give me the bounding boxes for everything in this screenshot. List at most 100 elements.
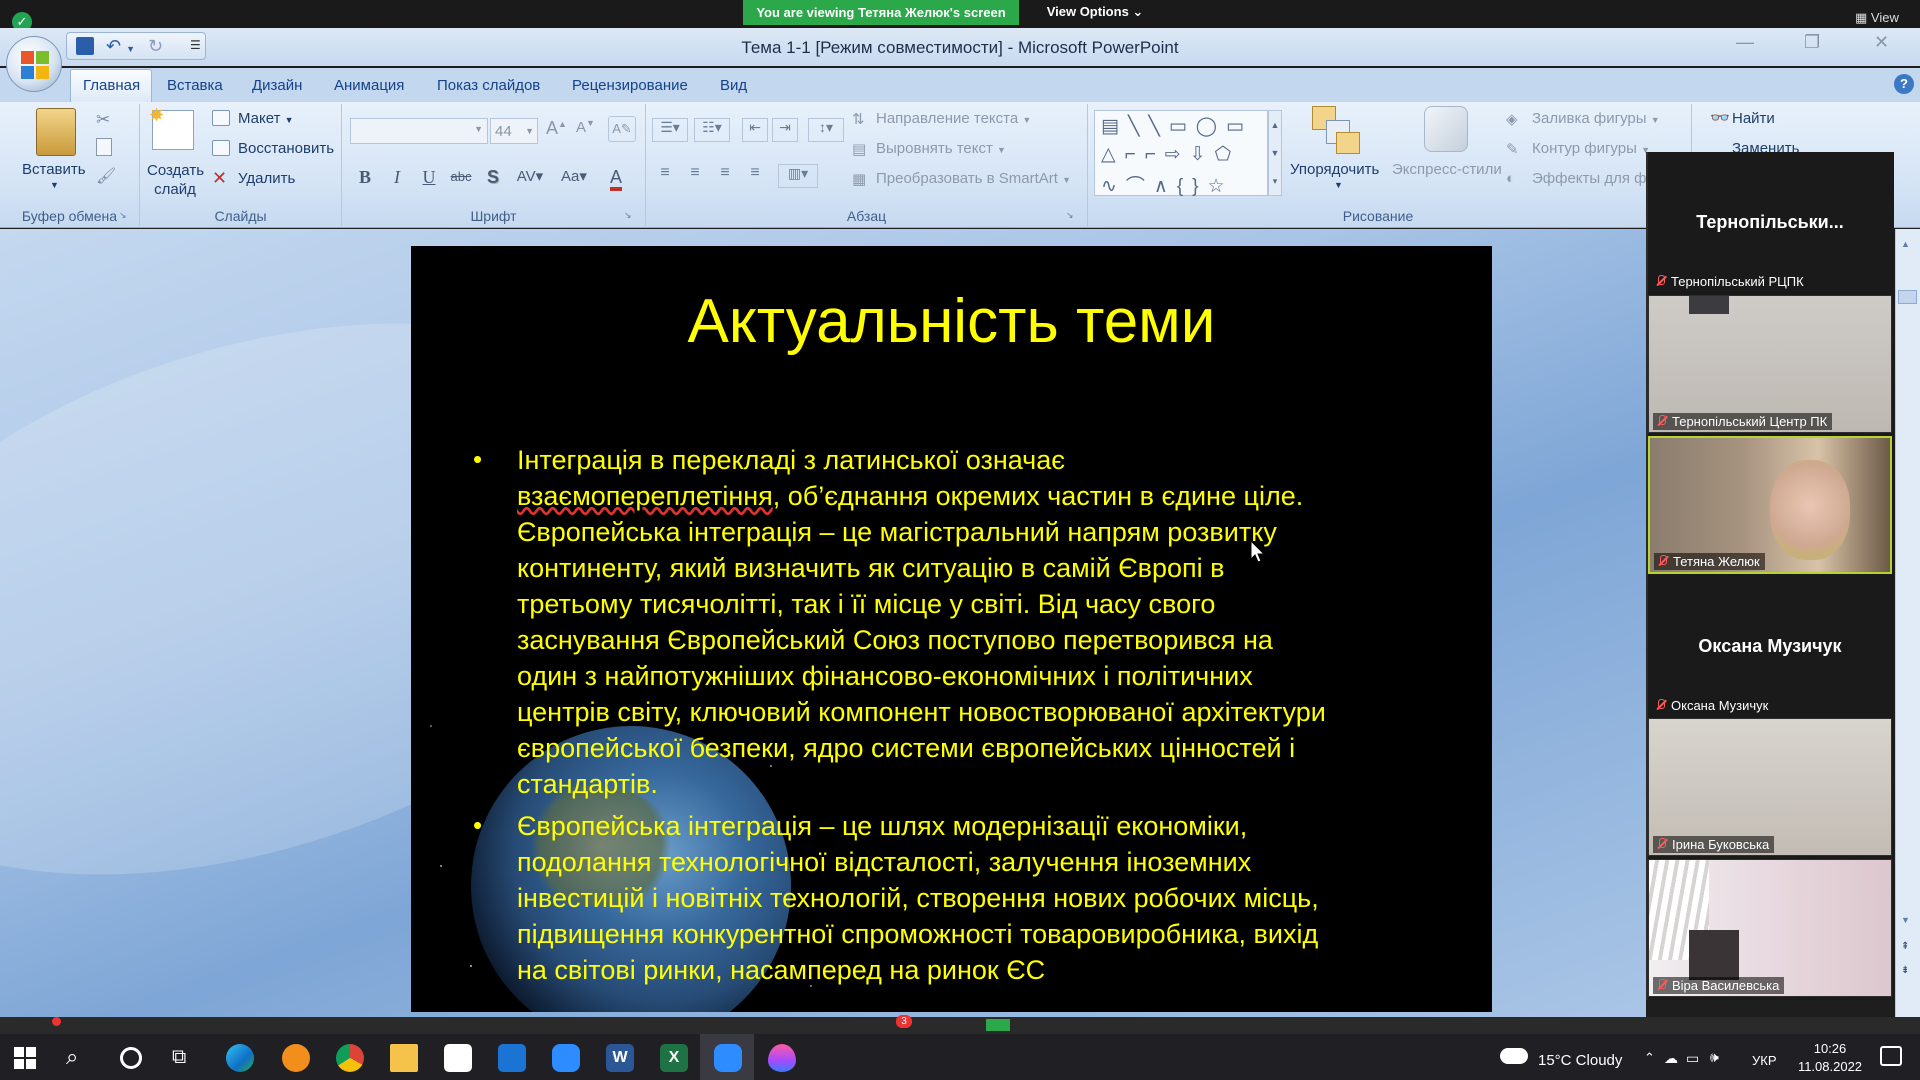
paste-button[interactable]: Вставить [22, 161, 86, 178]
arrange-dropdown-icon[interactable]: ▼ [1334, 180, 1343, 190]
paint-icon[interactable] [768, 1044, 796, 1072]
bold-button[interactable]: B [352, 164, 378, 190]
tab-view[interactable]: Вид [720, 77, 747, 94]
font-color-button[interactable]: A [598, 164, 634, 191]
clear-format-icon[interactable]: A✎ [608, 116, 636, 142]
align-left-button[interactable]: ≡ [652, 164, 678, 188]
cut-icon[interactable]: ✂ [96, 110, 110, 130]
view-options-button[interactable]: View Options ⌄ [1040, 0, 1150, 25]
scroll-down-icon[interactable]: ▼ [1901, 915, 1910, 925]
reset-button[interactable]: Восстановить [238, 140, 334, 157]
new-slide-button[interactable]: Создать слайд [147, 161, 204, 199]
cortana-icon[interactable] [120, 1047, 142, 1069]
help-icon[interactable]: ? [1894, 74, 1914, 94]
convert-smartart-button[interactable]: Преобразовать в SmartArt ▼ [876, 170, 1071, 187]
change-case-button[interactable]: Aa▾ [554, 164, 594, 190]
search-icon[interactable]: ⌕ [66, 1044, 78, 1070]
numbering-button[interactable]: ☷▾ [694, 118, 730, 142]
font-launcher-icon[interactable]: ↘ [624, 210, 632, 221]
share-screen-icon[interactable] [986, 1019, 1010, 1031]
vertical-scrollbar[interactable]: ▲ ▼ ⇞ ⇟ [1895, 229, 1920, 1017]
line-spacing-button[interactable]: ↕▾ [808, 118, 844, 142]
shape-effects-button[interactable]: Эффекты для ф [1532, 170, 1647, 187]
shape-outline-button[interactable]: Контур фигуры ▼ [1532, 140, 1650, 157]
minimize-icon[interactable]: — [1736, 32, 1754, 53]
font-name-input[interactable]: ▼ [350, 118, 488, 144]
scrollbar-thumb[interactable] [1898, 290, 1917, 304]
bullet-1-text[interactable]: Інтеграція в перекладі з латинської озна… [517, 442, 1457, 802]
underline-button[interactable]: U [416, 164, 442, 190]
onedrive-icon[interactable]: ☁ [1664, 1050, 1678, 1067]
slide[interactable]: Актуальність теми • Інтеграція в перекла… [411, 246, 1492, 1012]
notifications-icon[interactable] [1880, 1046, 1902, 1066]
customize-qat-icon[interactable]: ☰ [190, 38, 201, 52]
excel-icon[interactable]: X [660, 1044, 688, 1072]
align-right-button[interactable]: ≡ [712, 164, 738, 188]
close-icon[interactable]: ✕ [1874, 32, 1889, 53]
clock[interactable]: 10:26 11.08.2022 [1796, 1040, 1864, 1076]
strikethrough-button[interactable]: abc [446, 164, 476, 190]
network-icon[interactable]: ▭ [1686, 1050, 1699, 1067]
shrink-font-icon[interactable]: A▼ [576, 118, 595, 136]
vpn-browser-icon[interactable] [282, 1044, 310, 1072]
maximize-icon[interactable]: ❐ [1804, 32, 1820, 53]
justify-button[interactable]: ≡ [742, 164, 768, 188]
grow-font-icon[interactable]: A▲ [546, 118, 567, 139]
new-slide-icon[interactable]: ✸ [149, 105, 194, 150]
participant-tile[interactable]: Віра Василевська [1648, 859, 1892, 997]
word-icon[interactable]: W [606, 1044, 634, 1072]
undo-icon[interactable]: ↶ ▼ [106, 36, 135, 57]
shape-fill-button[interactable]: Заливка фигуры ▼ [1532, 110, 1660, 127]
file-explorer-icon[interactable] [390, 1044, 418, 1072]
bullets-button[interactable]: ☰▾ [652, 118, 688, 142]
participant-tile[interactable]: Ірина Буковська [1648, 718, 1892, 856]
char-spacing-button[interactable]: AV▾ [510, 164, 550, 190]
align-center-button[interactable]: ≡ [682, 164, 708, 188]
tray-overflow-icon[interactable]: ⌃ [1644, 1050, 1655, 1066]
slide-title[interactable]: Актуальність теми [411, 286, 1492, 357]
windows-start-icon[interactable] [14, 1047, 36, 1069]
language-indicator[interactable]: УКР [1752, 1053, 1777, 1068]
bullet-2-text[interactable]: Європейська інтеграція – це шлях модерні… [517, 808, 1457, 988]
weather-text[interactable]: 15°C Cloudy [1538, 1052, 1622, 1069]
paste-dropdown-icon[interactable]: ▼ [50, 180, 59, 190]
columns-button[interactable]: ▥▾ [778, 164, 818, 188]
chrome-icon[interactable] [336, 1044, 364, 1072]
store-icon[interactable] [444, 1044, 472, 1072]
delete-button[interactable]: Удалить [238, 170, 295, 187]
redo-icon[interactable]: ↻ [148, 36, 163, 57]
arrange-button[interactable]: Упорядочить [1290, 161, 1379, 178]
zoom-icon[interactable] [552, 1044, 580, 1072]
paste-icon[interactable] [36, 108, 76, 156]
tab-home[interactable]: Главная [83, 77, 140, 94]
tab-review[interactable]: Рецензирование [572, 77, 688, 94]
previous-slide-icon[interactable]: ⇞ [1901, 941, 1909, 952]
italic-button[interactable]: I [384, 164, 410, 190]
scroll-up-icon[interactable]: ▲ [1901, 239, 1910, 249]
decrease-indent-button[interactable]: ⇤ [742, 118, 768, 142]
layout-button[interactable]: Макет ▼ [238, 110, 294, 127]
edge-icon[interactable] [226, 1044, 254, 1072]
task-view-icon[interactable]: ⧉ [172, 1046, 186, 1069]
text-direction-button[interactable]: Направление текста ▼ [876, 110, 1031, 127]
align-text-button[interactable]: Выровнять текст ▼ [876, 140, 1006, 157]
participant-tile[interactable]: Оксана Музичук Оксана Музичук [1648, 578, 1892, 718]
volume-icon[interactable]: 🕪 [1710, 1049, 1719, 1066]
format-painter-icon[interactable]: 🖌 [96, 166, 116, 186]
mail-icon[interactable] [498, 1044, 526, 1072]
tab-animation[interactable]: Анимация [334, 77, 404, 94]
font-size-input[interactable]: 44 ▼ [490, 118, 538, 144]
view-button[interactable]: ▦ View [1855, 10, 1899, 26]
participant-tile-active[interactable]: Тетяна Желюк [1648, 436, 1892, 574]
next-slide-icon[interactable]: ⇟ [1901, 965, 1909, 976]
increase-indent-button[interactable]: ⇥ [772, 118, 798, 142]
copy-icon[interactable] [96, 138, 112, 156]
shadow-button[interactable]: S [480, 164, 506, 190]
quick-styles-button[interactable]: Экспресс-стили [1392, 161, 1502, 178]
shapes-gallery-scroll[interactable]: ▲ ▼ ▾ [1268, 110, 1282, 196]
tab-insert[interactable]: Вставка [167, 77, 223, 94]
zoom-meeting-icon[interactable] [714, 1044, 742, 1072]
paragraph-launcher-icon[interactable]: ↘ [1066, 210, 1074, 221]
participant-tile[interactable]: Тернопільський Центр ПК [1648, 295, 1892, 433]
save-icon[interactable] [76, 37, 94, 55]
